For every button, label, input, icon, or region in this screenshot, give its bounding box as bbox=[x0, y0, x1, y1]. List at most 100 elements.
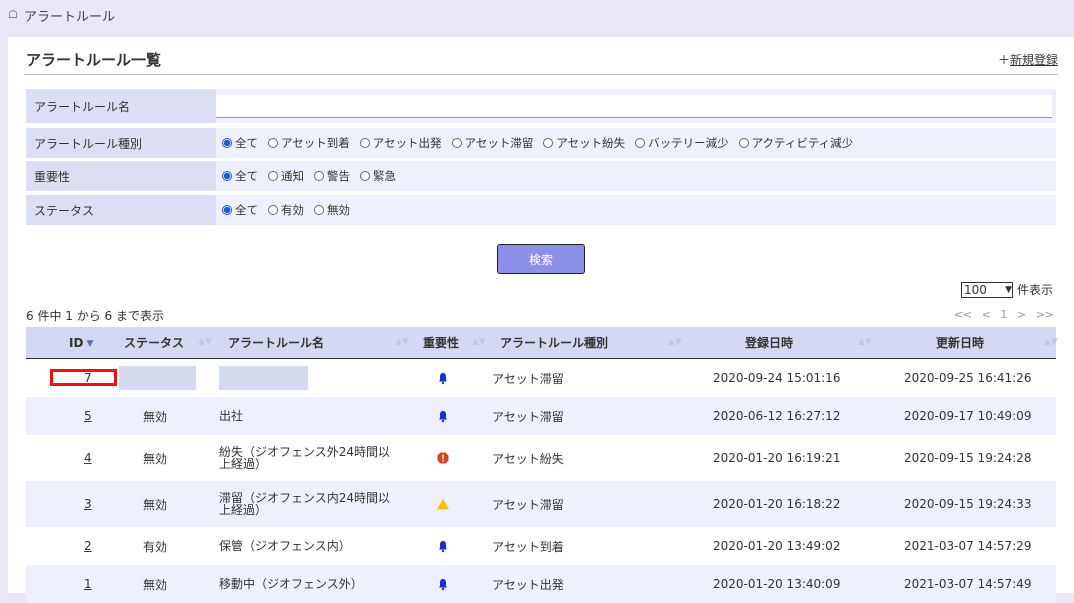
page-size-select[interactable]: 100 ▼ bbox=[961, 281, 1013, 298]
severity-option[interactable]: 警告 bbox=[314, 168, 350, 184]
chevron-down-icon: ▼ bbox=[1005, 284, 1012, 295]
created-at-cell: 2020-06-12 16:27:12 bbox=[713, 409, 841, 423]
radio-label: 緊急 bbox=[373, 169, 396, 183]
status-option[interactable]: 全て bbox=[222, 202, 258, 218]
breadcrumb: アラートルール bbox=[24, 10, 116, 25]
alert-rule-name-input[interactable] bbox=[216, 95, 1052, 118]
rule-id-link[interactable]: 5 bbox=[84, 409, 92, 423]
sort-icon: ▲▼ bbox=[668, 337, 682, 347]
status-cell: 無効 bbox=[143, 577, 168, 592]
sort-icon: ▲▼ bbox=[198, 337, 212, 347]
rule-id-link[interactable]: 4 bbox=[84, 451, 92, 465]
radio-label: 警告 bbox=[327, 169, 350, 183]
rule-name-cell: 保管（ジオフェンス内） bbox=[219, 539, 351, 553]
col-status[interactable]: ステータス bbox=[124, 327, 184, 358]
pager-next[interactable]: > bbox=[1017, 308, 1026, 321]
status-cell: 無効 bbox=[143, 497, 168, 512]
pager-last[interactable]: >> bbox=[1036, 308, 1054, 321]
rule-type-cell: アセット到着 bbox=[492, 539, 564, 554]
radio-button[interactable] bbox=[543, 138, 554, 148]
top-bar: ☖ アラートルール bbox=[0, 0, 1074, 36]
radio-button[interactable] bbox=[222, 205, 232, 215]
new-registration-link[interactable]: ＋新規登録 bbox=[998, 51, 1058, 68]
rule-id-link[interactable]: 1 bbox=[84, 577, 92, 591]
radio-button[interactable] bbox=[738, 138, 749, 148]
radio-button[interactable] bbox=[314, 205, 324, 215]
type-radio-group: 全て アセット到着 アセット出発 アセット滞留 アセット紛失 バッテリー減少 アクティビティ… bbox=[222, 128, 1056, 158]
type-option[interactable]: アセット出発 bbox=[359, 135, 442, 151]
pager-prev[interactable]: < bbox=[982, 308, 991, 321]
col-id[interactable]: ID ▼ bbox=[69, 327, 93, 358]
table-row: 2 有効 保管（ジオフェンス内） アセット到着 2020-01-20 13:49:02 2… bbox=[26, 527, 1056, 565]
radio-label: アセット紛失 bbox=[556, 136, 626, 150]
rule-name-cell: 紛失（ジオフェンス外24時間以 上経過） bbox=[219, 445, 391, 471]
col-updated[interactable]: 更新日時 bbox=[936, 327, 984, 358]
pager-first[interactable]: << bbox=[954, 308, 972, 321]
name-placeholder bbox=[219, 366, 308, 390]
status-placeholder bbox=[119, 366, 196, 390]
radio-label: 有効 bbox=[281, 203, 304, 217]
col-created[interactable]: 登録日時 bbox=[745, 327, 793, 358]
rule-type-cell: アセット出発 bbox=[492, 577, 564, 592]
type-option[interactable]: アセット紛失 bbox=[543, 135, 625, 151]
sort-icon: ▲▼ bbox=[858, 337, 872, 347]
updated-at-cell: 2020-09-25 16:41:26 bbox=[904, 371, 1032, 385]
pagination: << < 1 > >> bbox=[954, 308, 1054, 321]
radio-button[interactable] bbox=[268, 138, 278, 148]
id-cell: 1 bbox=[84, 565, 92, 603]
type-option[interactable]: アセット到着 bbox=[268, 135, 350, 151]
status-radio-group: 全て 有効 無効 bbox=[222, 195, 1056, 225]
radio-button[interactable] bbox=[314, 171, 324, 181]
radio-button[interactable] bbox=[268, 205, 278, 215]
rule-type-cell: アセット紛失 bbox=[492, 451, 564, 466]
radio-button[interactable] bbox=[222, 171, 232, 181]
notice-bell-icon bbox=[439, 373, 447, 385]
home-icon[interactable]: ☖ bbox=[8, 8, 18, 21]
rule-name-cell: 移動中（ジオフェンス外） bbox=[219, 577, 363, 591]
status-option[interactable]: 有効 bbox=[268, 202, 304, 218]
id-cell: 2 bbox=[84, 527, 92, 565]
col-severity[interactable]: 重要性 bbox=[423, 327, 459, 358]
radio-button[interactable] bbox=[451, 138, 462, 148]
radio-button[interactable] bbox=[268, 171, 278, 181]
col-type[interactable]: アラートルール種別 bbox=[500, 327, 608, 358]
col-id-label: ID bbox=[69, 335, 84, 350]
filter-label-name: アラートルール名 bbox=[26, 89, 216, 123]
radio-button[interactable] bbox=[635, 138, 646, 148]
id-cell: 5 bbox=[84, 397, 92, 435]
severity-option[interactable]: 通知 bbox=[268, 168, 304, 184]
main-panel: アラートルール一覧 ＋新規登録 アラートルール名 アラートルール種別 全て アセッ… bbox=[8, 37, 1074, 603]
rule-id-link[interactable]: 3 bbox=[84, 497, 92, 511]
severity-radio-group: 全て 通知 警告 緊急 bbox=[222, 161, 1056, 191]
col-name[interactable]: アラートルール名 bbox=[228, 327, 324, 358]
type-option[interactable]: アセット滞留 bbox=[451, 135, 534, 151]
radio-button[interactable] bbox=[222, 138, 232, 148]
radio-button[interactable] bbox=[359, 138, 370, 148]
type-option[interactable]: アクティビティ減少 bbox=[738, 135, 853, 151]
radio-label: 無効 bbox=[327, 203, 350, 217]
type-option[interactable]: バッテリー減少 bbox=[635, 135, 729, 151]
table-row: 7 アセット滞留 2020-09-24 15:01:16 2020-09-25 16:… bbox=[26, 359, 1056, 397]
severity-cell bbox=[436, 481, 450, 527]
rule-name-cell: 出社 bbox=[219, 409, 244, 423]
radio-button[interactable] bbox=[360, 171, 370, 181]
updated-at-cell: 2021-03-07 14:57:29 bbox=[904, 539, 1032, 553]
page-size-control: 100 ▼ 件表示 bbox=[961, 281, 1053, 298]
new-registration-label[interactable]: 新規登録 bbox=[1010, 53, 1058, 67]
status-option[interactable]: 無効 bbox=[314, 202, 350, 218]
search-button[interactable]: 検索 bbox=[497, 244, 585, 274]
severity-option[interactable]: 全て bbox=[222, 168, 258, 184]
table-row: 5 無効 出社 アセット滞留 2020-06-12 16:27:12 2020-09-17… bbox=[26, 397, 1056, 435]
severity-cell bbox=[436, 527, 450, 565]
pager-current[interactable]: 1 bbox=[1000, 308, 1007, 321]
radio-label: アセット滞留 bbox=[464, 136, 534, 150]
type-option[interactable]: 全て bbox=[222, 135, 258, 151]
rule-id-link[interactable]: 2 bbox=[84, 539, 92, 553]
page-size-value: 100 bbox=[964, 282, 987, 297]
highlight-box bbox=[50, 369, 117, 386]
created-at-cell: 2020-01-20 16:19:21 bbox=[713, 451, 841, 465]
result-count: 6 件中 1 から 6 まで表示 bbox=[26, 309, 164, 323]
page-size-suffix: 件表示 bbox=[1017, 283, 1054, 297]
severity-option[interactable]: 緊急 bbox=[360, 168, 396, 184]
radio-label: バッテリー減少 bbox=[648, 136, 729, 150]
